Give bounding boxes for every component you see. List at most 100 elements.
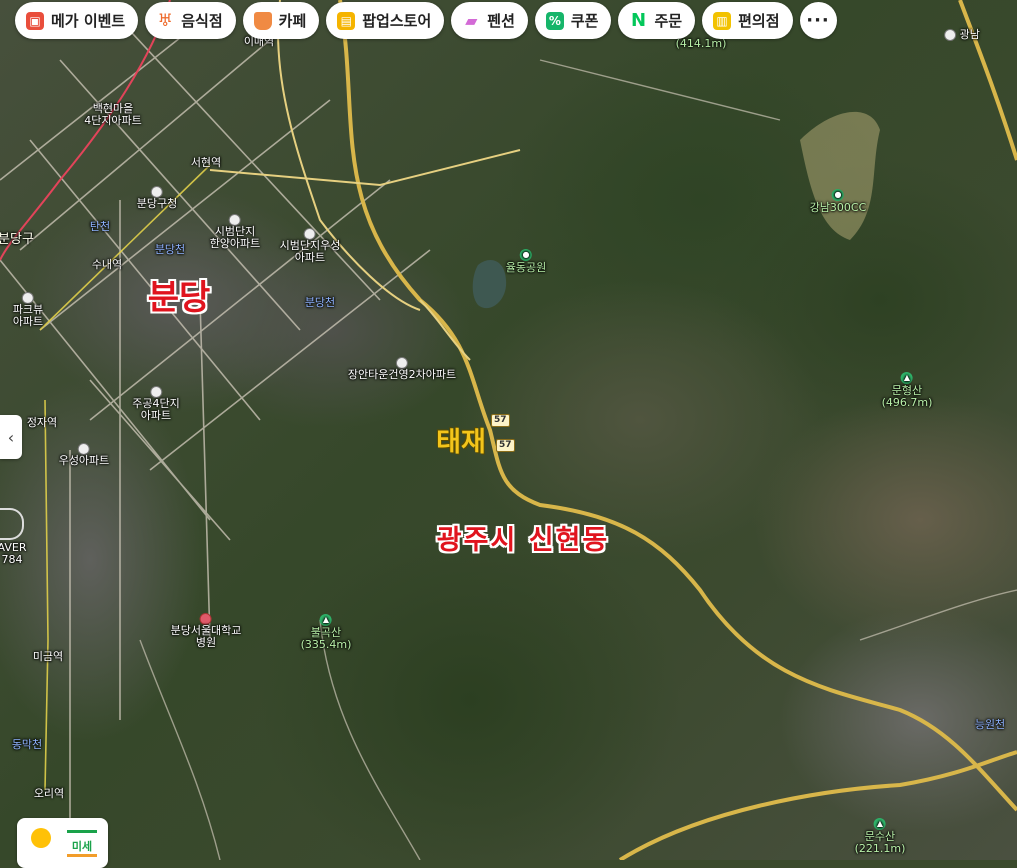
mountain-label-text: 불곡산 (335.4m) <box>300 626 352 651</box>
naver-order-icon: N <box>630 10 647 31</box>
compass-indicator[interactable] <box>0 508 24 540</box>
place-label[interactable]: 시범단지 한양아파트 <box>209 214 261 250</box>
chip-restaurant[interactable]: ♅ 음식점 <box>145 2 236 39</box>
golf-label[interactable]: ● 강남300CC <box>809 189 867 214</box>
place-label-text: 우성아파트 <box>58 454 110 467</box>
subway-station-label[interactable]: 미금역 <box>33 651 63 663</box>
coffee-icon <box>253 11 272 30</box>
chip-label: 펜션 <box>487 12 515 30</box>
more-icon: ··· <box>806 10 830 31</box>
river-label: 분당천 <box>305 297 335 309</box>
weather-widget[interactable]: 미세 <box>17 818 108 868</box>
place-label-text: AVER 784 <box>0 541 27 566</box>
chip-label: 메가 이벤트 <box>51 12 126 30</box>
map-canvas[interactable]: 백현마을 4단지아파트 서현역 분당구청 시범단지 한양아파트 시범단지우성 아… <box>0 0 1017 860</box>
chip-label: 팝업스토어 <box>362 12 432 30</box>
district-label-text: 분당구 <box>0 232 34 247</box>
place-label-text: 시범단지우성 아파트 <box>279 239 341 264</box>
overlay-label-taejae: 태재 <box>436 427 486 458</box>
mountain-icon: ▲ <box>319 614 332 626</box>
place-label-text: 주공4단지 아파트 <box>132 397 180 422</box>
subway-station-text: 미금역 <box>32 650 64 663</box>
sun-icon <box>31 828 51 848</box>
chip-label: 음식점 <box>181 12 223 30</box>
river-label-text: 능원천 <box>974 718 1006 731</box>
river-label: 능원천 <box>975 719 1005 731</box>
subway-station-label[interactable]: 수내역 <box>92 259 122 271</box>
subway-station-text: 서현역 <box>190 156 222 169</box>
chip-label: 카페 <box>278 12 307 30</box>
chip-label: 편의점 <box>738 12 780 30</box>
subway-station-text: 정자역 <box>26 416 58 429</box>
bed-icon: ▰ <box>465 11 478 30</box>
chip-convenience-store[interactable]: ▥ 편의점 <box>702 2 793 39</box>
mountain-label-text: 문형산 (496.7m) <box>881 384 933 409</box>
subway-station-text: 수내역 <box>91 258 123 271</box>
overlay-label-sinhyeon: 광주시 신현동 <box>436 525 610 556</box>
interchange-label-text: 광남 <box>959 28 980 41</box>
park-label[interactable]: ● 율동공원 <box>506 249 546 274</box>
mountain-label[interactable]: ▲ 문수산 (221.1m) <box>854 818 906 855</box>
subway-station-label[interactable]: 서현역 <box>191 157 221 169</box>
place-label-text: 분당구청 <box>136 197 178 210</box>
overlay-label-bundang: 분당 <box>147 278 211 318</box>
chip-cafe[interactable]: 카페 <box>242 2 320 39</box>
river-label-text: 탄천 <box>89 220 111 233</box>
chip-order[interactable]: N 주문 <box>618 2 696 39</box>
place-label[interactable]: AVER 784 <box>0 542 26 566</box>
place-label-text: 파크뷰 아파트 <box>12 303 44 328</box>
place-label[interactable]: 시범단지우성 아파트 <box>279 228 341 264</box>
place-label[interactable]: 우성아파트 <box>58 443 110 467</box>
mountain-label-text: 문수산 (221.1m) <box>854 830 906 855</box>
subway-station-label[interactable]: 오리역 <box>34 788 64 800</box>
more-categories-button[interactable]: ··· <box>799 2 837 39</box>
fine-dust-level-bar <box>67 854 97 857</box>
river-label-text: 분당천 <box>154 243 186 256</box>
place-label-text: 분당서울대학교 병원 <box>170 624 242 649</box>
subway-station-text: 오리역 <box>33 787 65 800</box>
chip-label: 쿠폰 <box>570 12 599 30</box>
place-label[interactable]: 주공4단지 아파트 <box>132 386 180 422</box>
interchange-icon <box>944 29 957 41</box>
chip-label: 주문 <box>654 12 683 30</box>
place-label-text: 백현마을 4단지아파트 <box>84 102 142 127</box>
convenience-store-icon: ▥ <box>713 11 732 30</box>
park-icon: ● <box>519 249 532 261</box>
chevron-left-icon: ‹ <box>7 427 15 447</box>
river-label-text: 동막천 <box>11 738 43 751</box>
panel-toggle-button[interactable]: ‹ <box>0 415 22 459</box>
store-icon: ▤ <box>337 11 356 30</box>
road-network <box>0 0 1017 860</box>
golf-icon: ● <box>831 189 844 201</box>
river-label-text: 분당천 <box>304 296 336 309</box>
place-label[interactable]: 파크뷰 아파트 <box>13 292 43 328</box>
place-label-text: 장안타운건영2차아파트 <box>347 368 457 381</box>
route-shield: 57 <box>491 414 510 427</box>
chip-popup-store[interactable]: ▤ 팝업스토어 <box>326 2 445 39</box>
river-label: 분당천 <box>155 244 185 256</box>
chip-coupon[interactable]: % 쿠폰 <box>534 2 612 39</box>
place-label-text: 시범단지 한양아파트 <box>209 225 261 250</box>
mountain-label[interactable]: ▲ 불곡산 (335.4m) <box>300 614 352 651</box>
subway-station-label[interactable]: 정자역 <box>27 417 57 429</box>
place-label[interactable]: 백현마을 4단지아파트 <box>84 103 142 127</box>
coupon-icon: % <box>545 11 564 30</box>
mountain-icon: ▲ <box>900 372 913 384</box>
river-label: 동막천 <box>12 739 42 751</box>
hospital-label[interactable]: 분당서울대학교 병원 <box>170 613 242 649</box>
park-label-text: 율동공원 <box>505 261 547 274</box>
interchange-label[interactable]: 광남 <box>944 29 980 41</box>
gift-icon: ▣ <box>26 11 44 30</box>
district-label: 분당구 <box>0 232 34 247</box>
chip-pension[interactable]: ▰ 펜션 <box>451 2 528 39</box>
river-label: 탄천 <box>90 221 110 233</box>
golf-label-text: 강남300CC <box>809 201 867 214</box>
mountain-icon: ▲ <box>873 818 886 830</box>
place-label[interactable]: 장안타운건영2차아파트 <box>348 357 456 381</box>
route-shield: 57 <box>496 439 515 452</box>
fine-dust-label: 미세 <box>67 830 97 854</box>
restaurant-icon: ♅ <box>157 10 173 31</box>
chip-mega-event[interactable]: ▣ 메가 이벤트 <box>15 2 139 39</box>
place-label[interactable]: 분당구청 <box>137 186 177 210</box>
mountain-label[interactable]: ▲ 문형산 (496.7m) <box>881 372 933 409</box>
